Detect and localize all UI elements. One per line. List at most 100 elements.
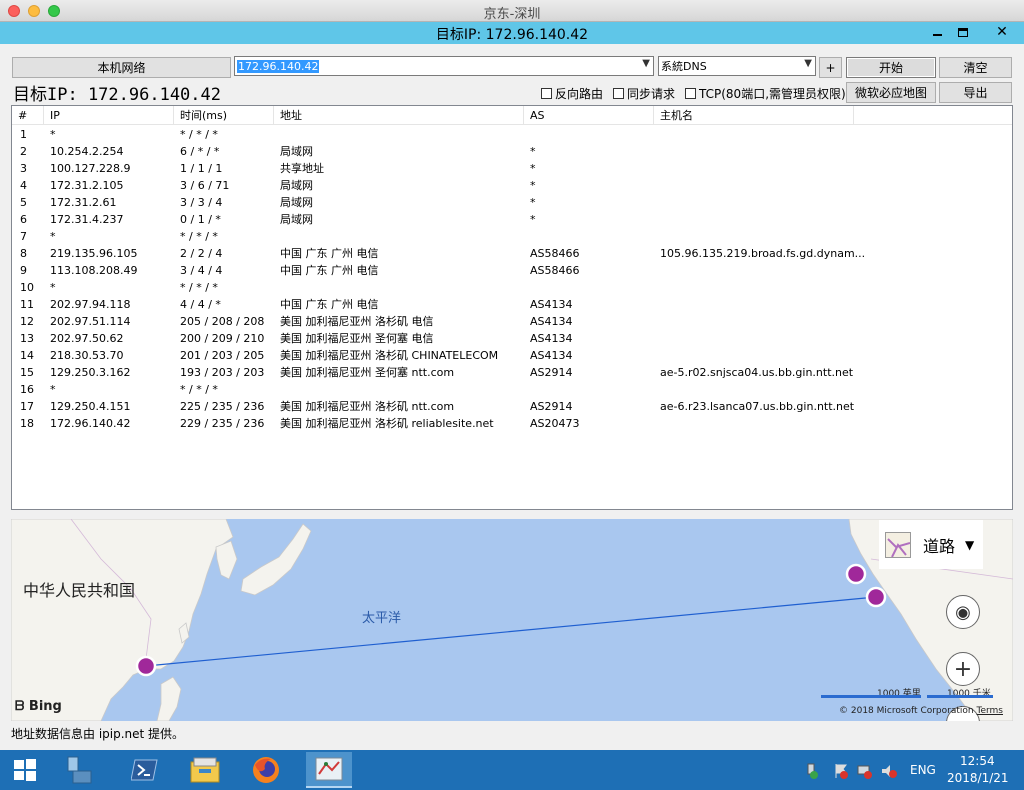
cell-index: 6: [20, 213, 27, 226]
close-button[interactable]: ✕: [980, 22, 1024, 42]
map-country-label: 中华人民共和国: [23, 581, 136, 600]
clock-date[interactable]: 2018/1/21: [947, 771, 1009, 785]
volume-muted-icon[interactable]: [881, 763, 897, 779]
checkbox-box[interactable]: [541, 88, 552, 99]
besttrace-icon[interactable]: [306, 752, 352, 788]
map-copyright: © 2018 Microsoft Corporation Terms: [839, 706, 1003, 716]
locate-icon: ◉: [955, 601, 971, 623]
local-network-button[interactable]: 本机网络: [12, 57, 231, 78]
cell-address: 美国 加利福尼亚州 洛杉矶 电信: [280, 315, 434, 328]
sync-request-checkbox[interactable]: 同步请求: [613, 85, 675, 102]
cell-ip: 202.97.94.118: [50, 298, 131, 311]
cell-index: 9: [20, 264, 27, 277]
col-header-as[interactable]: AS: [524, 106, 654, 125]
windows-start-icon[interactable]: [2, 752, 48, 788]
table-row[interactable]: 14 218.30.53.70 201 / 203 / 205 美国 加利福尼亚州 洛…: [12, 347, 1012, 364]
reverse-route-checkbox[interactable]: 反向路由: [541, 85, 603, 102]
file-explorer-icon[interactable]: [182, 752, 228, 788]
route-map[interactable]: 中华人民共和国 太平洋 道路 ▼ ◉ + − 1000 英里 1000 千米 ᗷ…: [11, 519, 1013, 721]
restore-icon: [958, 27, 968, 37]
minimize-icon: [932, 34, 942, 36]
bing-map-button[interactable]: 微软必应地图: [846, 82, 936, 103]
table-row[interactable]: 18 172.96.140.42 229 / 235 / 236 美国 加利福尼亚州 …: [12, 415, 1012, 432]
zoom-in-button[interactable]: +: [946, 652, 980, 686]
cell-time: 3 / 4 / 4: [180, 264, 223, 277]
trace-table[interactable]: # IP 时间(ms) 地址 AS 主机名 1 * * / * / * 2 10.254…: [11, 105, 1013, 510]
cell-as: AS4134: [530, 315, 573, 328]
table-row[interactable]: 4 172.31.2.105 3 / 6 / 71 局域网 *: [12, 177, 1012, 194]
cell-index: 18: [20, 417, 34, 430]
table-row[interactable]: 6 172.31.4.237 0 / 1 / * 局域网 *: [12, 211, 1012, 228]
cell-as: AS2914: [530, 400, 573, 413]
cell-ip: 113.108.208.49: [50, 264, 138, 277]
cell-index: 1: [20, 128, 27, 141]
map-style-button[interactable]: 道路 ▼: [879, 520, 983, 569]
route-marker-losangeles: [865, 586, 887, 608]
col-header-address[interactable]: 地址: [274, 106, 524, 125]
cell-time: 3 / 6 / 71: [180, 179, 230, 192]
cell-index: 3: [20, 162, 27, 175]
cell-address: 共享地址: [280, 162, 324, 175]
clock-time[interactable]: 12:54: [960, 754, 995, 768]
network-disconnected-icon[interactable]: [857, 763, 873, 779]
cell-index: 8: [20, 247, 27, 260]
col-header-ip[interactable]: IP: [44, 106, 174, 125]
cell-ip: 172.31.4.237: [50, 213, 124, 226]
chevron-down-icon[interactable]: ▼: [642, 58, 650, 69]
dns-select-value: 系統DNS: [661, 60, 707, 73]
checkbox-box[interactable]: [613, 88, 624, 99]
table-row[interactable]: 1 * * / * / *: [12, 126, 1012, 143]
checkbox-box[interactable]: [685, 88, 696, 99]
dns-select[interactable]: 系統DNS ▼: [658, 56, 816, 76]
window-title: 京东-深圳: [483, 7, 541, 22]
col-header-index[interactable]: #: [12, 106, 44, 125]
terms-link[interactable]: Terms: [976, 706, 1003, 716]
table-row[interactable]: 5 172.31.2.61 3 / 3 / 4 局域网 *: [12, 194, 1012, 211]
table-row[interactable]: 8 219.135.96.105 2 / 2 / 4 中国 广东 广州 电信 AS584…: [12, 245, 1012, 262]
table-row[interactable]: 11 202.97.94.118 4 / 4 / * 中国 广东 广州 电信 AS413…: [12, 296, 1012, 313]
cell-as: AS58466: [530, 247, 580, 260]
action-center-icon[interactable]: [833, 763, 849, 779]
export-button[interactable]: 导出: [939, 82, 1012, 103]
target-ip-display: 目标IP: 172.96.140.42: [13, 85, 221, 105]
cell-time: 205 / 208 / 208: [180, 315, 265, 328]
start-button[interactable]: 开始: [846, 57, 936, 78]
target-input[interactable]: 172.96.140.42 ▼: [234, 56, 654, 76]
cell-index: 2: [20, 145, 27, 158]
table-row[interactable]: 7 * * / * / *: [12, 228, 1012, 245]
japan-landmass: [240, 523, 312, 596]
cell-as: *: [530, 145, 536, 158]
table-row[interactable]: 2 10.254.2.254 6 / * / * 局域网 *: [12, 143, 1012, 160]
locate-me-button[interactable]: ◉: [946, 595, 980, 629]
firefox-icon[interactable]: [243, 752, 289, 788]
server-manager-icon[interactable]: [56, 752, 102, 788]
table-row[interactable]: 9 113.108.208.49 3 / 4 / 4 中国 广东 广州 电信 AS584…: [12, 262, 1012, 279]
cell-as: AS4134: [530, 298, 573, 311]
target-input-value: 172.96.140.42: [237, 59, 320, 73]
table-row[interactable]: 15 129.250.3.162 193 / 203 / 203 美国 加利福尼亚州 …: [12, 364, 1012, 381]
table-row[interactable]: 12 202.97.51.114 205 / 208 / 208 美国 加利福尼亚州 …: [12, 313, 1012, 330]
input-language[interactable]: ENG: [910, 763, 936, 777]
cell-as: AS20473: [530, 417, 580, 430]
table-row[interactable]: 13 202.97.50.62 200 / 209 / 210 美国 加利福尼亚州 圣…: [12, 330, 1012, 347]
cell-index: 11: [20, 298, 34, 311]
bing-icon: ᗷ: [15, 699, 25, 714]
network-status-icon[interactable]: [803, 763, 819, 779]
table-row[interactable]: 3 100.127.228.9 1 / 1 / 1 共享地址 *: [12, 160, 1012, 177]
col-header-time[interactable]: 时间(ms): [174, 106, 274, 125]
cell-hostname: ae-5.r02.snjsca04.us.bb.gin.ntt.net: [660, 366, 854, 379]
clear-button[interactable]: 清空: [939, 57, 1012, 78]
philippines-landmass: [156, 676, 182, 721]
col-header-hostname[interactable]: 主机名: [654, 106, 854, 125]
tcp-checkbox[interactable]: TCP(80端口,需管理员权限): [685, 85, 846, 102]
powershell-icon[interactable]: [122, 752, 168, 788]
table-row[interactable]: 17 129.250.4.151 225 / 235 / 236 美国 加利福尼亚州 …: [12, 398, 1012, 415]
cell-time: 225 / 235 / 236: [180, 400, 265, 413]
add-button[interactable]: +: [819, 57, 842, 78]
table-row[interactable]: 16 * * / * / *: [12, 381, 1012, 398]
restore-button[interactable]: [946, 22, 980, 42]
table-row[interactable]: 10 * * / * / *: [12, 279, 1012, 296]
cell-time: 2 / 2 / 4: [180, 247, 223, 260]
korea-landmass: [215, 540, 238, 580]
chevron-down-icon[interactable]: ▼: [804, 58, 812, 69]
